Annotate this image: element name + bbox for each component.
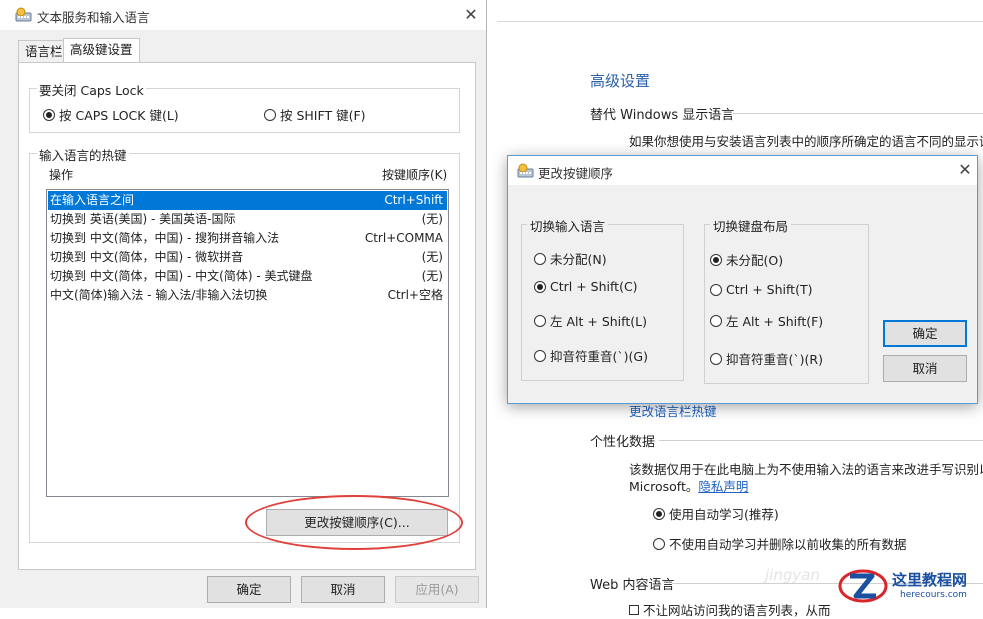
web-content-label: 不让网站访问我的语言列表，从而 <box>642 603 831 618</box>
table-row[interactable]: 切换到 中文(简体，中国) - 微软拼音 (无) <box>48 248 447 267</box>
keyboard-globe-icon <box>15 7 32 22</box>
keyboard-globe-icon <box>517 163 534 178</box>
switch-keyboard-layout-label: 切换键盘布局 <box>710 216 792 235</box>
radio-unselected-icon <box>710 352 722 365</box>
site-name: 这里教程网 <box>892 571 968 589</box>
row-action: 中文(简体)输入法 - 输入法/非输入法切换 <box>50 288 268 302</box>
option-label: 抑音符重音(`)(R) <box>726 352 823 367</box>
popup-title-bar: 更改按键顺序 ✕ <box>508 156 977 185</box>
option-label: 左 Alt + Shift(L) <box>550 314 647 329</box>
radio-selected-icon <box>43 108 55 121</box>
site-logo-icon <box>838 569 888 603</box>
row-action: 切换到 中文(简体，中国) - 微软拼音 <box>50 250 244 264</box>
radio-unselected-icon <box>264 108 276 121</box>
no-auto-learn-option[interactable]: 不使用自动学习并删除以前收集的所有数据 <box>653 534 907 553</box>
tab-advanced-key-settings[interactable]: 高级键设置 <box>63 38 140 63</box>
caps-lock-key-label: 按 CAPS LOCK 键(L) <box>59 108 179 123</box>
option-label: 抑音符重音(`)(G) <box>550 349 648 364</box>
table-row[interactable]: 中文(简体)输入法 - 输入法/非输入法切换 Ctrl+空格 <box>48 286 447 305</box>
layout-option-unassigned[interactable]: 未分配(O) <box>710 250 783 269</box>
tab-language-bar[interactable]: 语言栏 <box>18 40 70 62</box>
site-url: herecours.com <box>900 590 967 600</box>
input-lang-option-ctrl-shift[interactable]: Ctrl + Shift(C) <box>534 279 638 294</box>
option-label: Ctrl + Shift(T) <box>726 282 813 297</box>
faint-watermark-text: jingyan <box>765 566 820 584</box>
layout-option-ctrl-shift[interactable]: Ctrl + Shift(T) <box>710 282 812 297</box>
close-icon[interactable]: ✕ <box>460 4 482 26</box>
input-lang-option-grave[interactable]: 抑音符重音(`)(G) <box>534 346 648 365</box>
shift-key-label: 按 SHIFT 键(F) <box>280 108 366 123</box>
radio-unselected-icon <box>534 252 546 265</box>
caps-lock-group-label: 要关闭 Caps Lock <box>37 80 146 99</box>
radio-selected-icon <box>534 280 546 293</box>
row-key-sequence: Ctrl+空格 <box>387 288 443 302</box>
apply-button[interactable]: 应用(A) <box>395 576 479 603</box>
tab-panel: 要关闭 Caps Lock 按 CAPS LOCK 键(L) 按 SHIFT 键… <box>18 62 476 570</box>
column-header-key-sequence: 按键顺序(K) <box>382 168 448 182</box>
auto-learn-option[interactable]: 使用自动学习(推荐) <box>653 504 779 523</box>
input-lang-option-alt-shift[interactable]: 左 Alt + Shift(L) <box>534 311 647 330</box>
table-row[interactable]: 切换到 中文(简体，中国) - 搜狗拼音输入法 Ctrl+COMMA <box>48 229 447 248</box>
row-key-sequence: Ctrl+COMMA <box>364 231 443 245</box>
auto-learn-label: 使用自动学习(推荐) <box>669 507 779 522</box>
popup-cancel-button[interactable]: 取消 <box>883 355 967 382</box>
row-key-sequence: (无) <box>421 212 443 226</box>
table-row[interactable]: 切换到 中文(简体，中国) - 中文(简体) - 美式键盘 (无) <box>48 267 447 286</box>
radio-selected-icon <box>710 253 722 266</box>
row-key-sequence: (无) <box>421 269 443 283</box>
divider <box>497 21 983 22</box>
checkbox-icon[interactable] <box>629 605 639 615</box>
change-key-sequence-dialog: 更改按键顺序 ✕ 切换输入语言 未分配(N) Ctrl + Shift(C) 左… <box>507 155 978 404</box>
row-action: 在输入语言之间 <box>50 193 135 207</box>
divider <box>733 113 983 114</box>
row-key-sequence: Ctrl+Shift <box>384 193 443 207</box>
row-action: 切换到 中文(简体，中国) - 中文(简体) - 美式键盘 <box>50 269 313 283</box>
radio-unselected-icon <box>534 314 546 327</box>
popup-title: 更改按键顺序 <box>538 166 614 181</box>
section-personalization-heading: 个性化数据 <box>590 435 656 450</box>
radio-selected-icon <box>653 507 665 520</box>
divider <box>659 440 983 441</box>
radio-unselected-icon <box>710 283 722 296</box>
caps-lock-key-option[interactable]: 按 CAPS LOCK 键(L) <box>43 105 179 124</box>
page-title: 高级设置 <box>590 72 651 90</box>
table-row[interactable]: 切换到 英语(美国) - 美国英语-国际 (无) <box>48 210 447 229</box>
title-bar: 文本服务和输入语言 ✕ <box>0 0 486 30</box>
highlight-ellipse <box>245 495 463 550</box>
web-content-description: 不让网站访问我的语言列表，从而 <box>629 600 831 619</box>
personalization-description-company: Microsoft。 <box>629 479 699 494</box>
section-web-content-heading: Web 内容语言 <box>590 578 675 593</box>
hotkeys-group-label: 输入语言的热键 <box>37 145 129 164</box>
section-display-language-heading: 替代 Windows 显示语言 <box>590 108 735 123</box>
table-row[interactable]: 在输入语言之间 Ctrl+Shift <box>48 191 447 210</box>
shift-key-option[interactable]: 按 SHIFT 键(F) <box>264 105 366 124</box>
popup-ok-button[interactable]: 确定 <box>883 320 967 347</box>
radio-unselected-icon <box>534 349 546 362</box>
option-label: 左 Alt + Shift(F) <box>726 314 824 329</box>
close-icon[interactable]: ✕ <box>954 159 976 181</box>
cancel-button[interactable]: 取消 <box>301 576 385 603</box>
radio-unselected-icon <box>653 537 665 550</box>
hotkeys-list[interactable]: 在输入语言之间 Ctrl+Shift 切换到 英语(美国) - 美国英语-国际 (无)… <box>46 189 449 497</box>
display-language-description: 如果你想使用与安装语言列表中的顺序所确定的语言不同的显示语 <box>629 134 983 149</box>
radio-unselected-icon <box>710 314 722 327</box>
dialog-title: 文本服务和输入语言 <box>37 10 150 25</box>
personalization-description-line2: Microsoft。隐私声明 <box>629 476 748 495</box>
ok-button[interactable]: 确定 <box>207 576 291 603</box>
column-header-action: 操作 <box>49 168 74 182</box>
switch-input-language-label: 切换输入语言 <box>527 216 609 235</box>
no-auto-learn-label: 不使用自动学习并删除以前收集的所有数据 <box>669 537 907 552</box>
row-action: 切换到 中文(简体，中国) - 搜狗拼音输入法 <box>50 231 280 245</box>
input-lang-option-unassigned[interactable]: 未分配(N) <box>534 249 607 268</box>
layout-option-grave[interactable]: 抑音符重音(`)(R) <box>710 349 823 368</box>
option-label: 未分配(N) <box>550 252 607 267</box>
option-label: Ctrl + Shift(C) <box>550 279 638 294</box>
privacy-statement-link[interactable]: 隐私声明 <box>698 479 748 494</box>
text-services-dialog: 文本服务和输入语言 ✕ 语言栏 高级键设置 要关闭 Caps Lock 按 CA… <box>0 0 487 608</box>
row-key-sequence: (无) <box>421 250 443 264</box>
option-label: 未分配(O) <box>726 253 784 268</box>
row-action: 切换到 英语(美国) - 美国英语-国际 <box>50 212 236 226</box>
layout-option-alt-shift[interactable]: 左 Alt + Shift(F) <box>710 311 823 330</box>
